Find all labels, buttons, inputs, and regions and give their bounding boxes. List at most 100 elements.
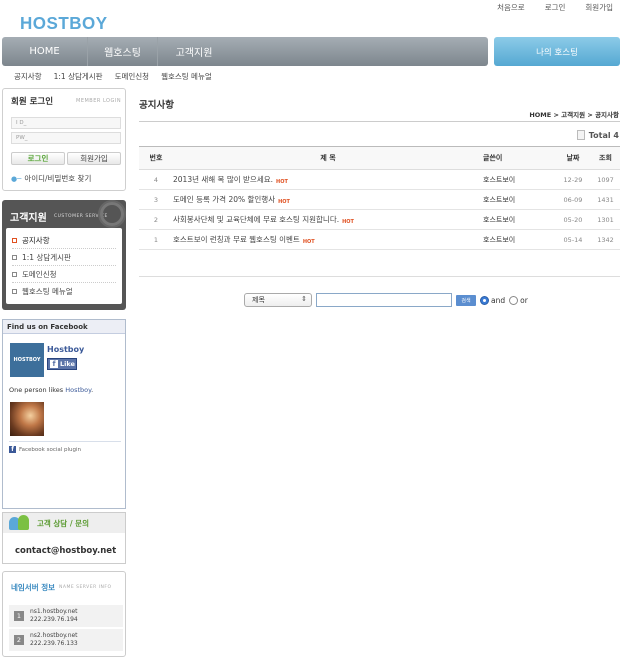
row-title[interactable]: 도메인 등록 가격 20% 할인행사 HOT bbox=[173, 194, 483, 205]
cs-item-label: 공지사항 bbox=[22, 235, 50, 245]
login-button[interactable]: 로그인 bbox=[11, 152, 65, 165]
nav-hosting[interactable]: 웹호스팅 bbox=[88, 37, 158, 66]
row-author[interactable]: 호스트보이 bbox=[483, 235, 555, 245]
people-icon bbox=[9, 515, 31, 531]
row-views: 1342 bbox=[597, 235, 614, 244]
cs-item-label: 도메인신청 bbox=[22, 269, 57, 279]
row-date: 05-20 bbox=[563, 215, 583, 224]
or-radio[interactable] bbox=[509, 295, 519, 305]
fb-like-label: Like bbox=[60, 360, 75, 368]
row-author[interactable]: 호스트보이 bbox=[483, 195, 555, 205]
my-hosting-button[interactable]: 나의 호스팅 bbox=[494, 37, 620, 66]
subnav-notice[interactable]: 공지사항 bbox=[14, 71, 42, 82]
password-field[interactable]: PW_ bbox=[11, 132, 121, 144]
row-author[interactable]: 호스트보이 bbox=[483, 215, 555, 225]
fb-count-prefix: One person likes bbox=[9, 386, 66, 394]
total-label: Total 4 bbox=[588, 130, 619, 140]
row-num: 2 bbox=[153, 215, 159, 224]
table-row: 4 2013년 새해 복 많이 받으세요. HOT 호스트보이 12-29 109… bbox=[139, 170, 620, 190]
divider bbox=[139, 276, 620, 277]
cs-item-notice[interactable]: 공지사항 bbox=[12, 232, 116, 249]
table-row: 2 사회봉사단체 및 교육단체에 무료 호스팅 지원합니다. HOT 호스트보이 … bbox=[139, 210, 620, 230]
page-title: 공지사항 bbox=[139, 100, 174, 111]
id-field[interactable]: I D_ bbox=[11, 117, 121, 129]
breadcrumb: HOME > 고객지원 > 공지사항 bbox=[529, 111, 619, 119]
row-title[interactable]: 사회봉사단체 및 교육단체에 무료 호스팅 지원합니다. HOT bbox=[173, 214, 483, 225]
fb-page-name[interactable]: Hostboy bbox=[47, 345, 84, 354]
search-bar: 제목 ⇕ 검색 and or bbox=[244, 293, 528, 307]
row-title-text[interactable]: 도메인 등록 가격 20% 할인행사 bbox=[173, 194, 275, 205]
fb-count-suffix: . bbox=[91, 386, 94, 394]
cs-item-label: 1:1 상담게시판 bbox=[22, 252, 71, 262]
join-button[interactable]: 회원가입 bbox=[67, 152, 121, 165]
fb-footer-label: Facebook social plugin bbox=[19, 446, 82, 453]
row-title-text[interactable]: 2013년 새해 복 많이 받으세요. bbox=[173, 174, 273, 185]
row-author[interactable]: 호스트보이 bbox=[483, 175, 555, 185]
subnav-manual[interactable]: 웹호스팅 메뉴얼 bbox=[161, 71, 212, 82]
find-account-link[interactable]: ●─ 아이디/비밀번호 찾기 bbox=[11, 173, 91, 184]
square-bullet-icon bbox=[12, 254, 17, 260]
login-link[interactable]: 로그인 bbox=[545, 2, 566, 13]
nav-support[interactable]: 고객지원 bbox=[158, 37, 230, 66]
cs-item-manual[interactable]: 웹호스팅 메뉴얼 bbox=[12, 283, 116, 300]
row-title[interactable]: 2013년 새해 복 많이 받으세요. HOT bbox=[173, 174, 483, 185]
customer-service-box: 고객지원 CUSTOMER SERVICE 공지사항 1:1 상담게시판 도메인… bbox=[2, 200, 126, 310]
and-radio[interactable] bbox=[480, 295, 489, 305]
consult-box: 고객 상담 / 문의 contact@hostboy.net bbox=[2, 512, 126, 564]
cs-menu: 공지사항 1:1 상담게시판 도메인신청 웹호스팅 메뉴얼 bbox=[6, 228, 122, 304]
fb-page-logo[interactable]: HOSTBOY bbox=[10, 343, 44, 377]
row-num: 3 bbox=[153, 195, 159, 204]
header-author: 글쓴이 bbox=[483, 154, 503, 162]
ns-ip: 222.239.76.133 bbox=[30, 640, 78, 647]
ns-row: 2 ns2.hostboy.net 222.239.76.133 bbox=[9, 629, 123, 651]
ns-number-badge: 1 bbox=[14, 611, 24, 621]
row-title-text[interactable]: 호스트보이 런칭과 무료 웹호스팅 이벤트 bbox=[173, 234, 300, 245]
board-header: 번호 제 목 글쓴이 날짜 조회 bbox=[139, 146, 620, 170]
header-num: 번호 bbox=[149, 154, 163, 162]
fb-fan-avatar[interactable] bbox=[10, 402, 44, 436]
row-num: 1 bbox=[153, 235, 159, 244]
fb-like-button[interactable]: f Like bbox=[47, 358, 77, 370]
sub-nav: 공지사항 1:1 상담게시판 도메인신청 웹호스팅 메뉴얼 bbox=[14, 71, 212, 82]
square-bullet-icon bbox=[12, 237, 17, 243]
row-date: 12-29 bbox=[563, 175, 583, 184]
row-views: 1301 bbox=[597, 215, 614, 224]
header-title: 제 목 bbox=[320, 154, 336, 162]
facebook-icon: f bbox=[50, 360, 58, 368]
subnav-domain[interactable]: 도메인신청 bbox=[115, 71, 150, 82]
chevron-updown-icon: ⇕ bbox=[301, 295, 307, 303]
cs-item-qna[interactable]: 1:1 상담게시판 bbox=[12, 249, 116, 266]
cs-item-domain[interactable]: 도메인신청 bbox=[12, 266, 116, 283]
hot-badge: HOT bbox=[302, 238, 315, 245]
row-title-text[interactable]: 사회봉사단체 및 교육단체에 무료 호스팅 지원합니다. bbox=[173, 214, 339, 225]
and-label: and bbox=[491, 295, 506, 305]
subnav-qna[interactable]: 1:1 상담게시판 bbox=[54, 71, 103, 82]
logo[interactable]: HOSTBOY bbox=[20, 14, 108, 35]
or-label: or bbox=[520, 295, 528, 305]
document-icon bbox=[576, 130, 585, 140]
row-title[interactable]: 호스트보이 런칭과 무료 웹호스팅 이벤트 HOT bbox=[173, 234, 483, 245]
fb-footer[interactable]: f Facebook social plugin bbox=[9, 446, 81, 453]
fb-count-link[interactable]: Hostboy bbox=[65, 386, 91, 394]
row-date: 06-09 bbox=[563, 195, 583, 204]
search-field-value: 제목 bbox=[252, 296, 265, 304]
contact-email[interactable]: contact@hostboy.net bbox=[15, 546, 116, 556]
login-title: 회원 로그인 bbox=[11, 97, 54, 107]
total-count: Total 4 bbox=[576, 130, 619, 140]
join-link[interactable]: 회원가입 bbox=[585, 2, 613, 13]
row-views: 1431 bbox=[597, 195, 614, 204]
search-field-select[interactable]: 제목 ⇕ bbox=[244, 293, 312, 307]
search-button[interactable]: 검색 bbox=[456, 294, 476, 306]
row-views: 1097 bbox=[597, 175, 614, 184]
ns-row: 1 ns1.hostboy.net 222.239.76.194 bbox=[9, 605, 123, 627]
ns-title: 네임서버 정보 bbox=[11, 583, 56, 592]
row-date: 05-14 bbox=[563, 235, 583, 244]
header-views: 조회 bbox=[599, 154, 612, 162]
main-nav: HOME 웹호스팅 고객지원 bbox=[2, 37, 488, 66]
search-input[interactable] bbox=[316, 293, 452, 307]
divider bbox=[139, 121, 620, 122]
nav-home[interactable]: HOME bbox=[2, 37, 88, 66]
key-icon: ●─ bbox=[11, 174, 22, 183]
ns-host: ns1.hostboy.net bbox=[30, 608, 78, 615]
home-link[interactable]: 처음으로 bbox=[497, 2, 525, 13]
